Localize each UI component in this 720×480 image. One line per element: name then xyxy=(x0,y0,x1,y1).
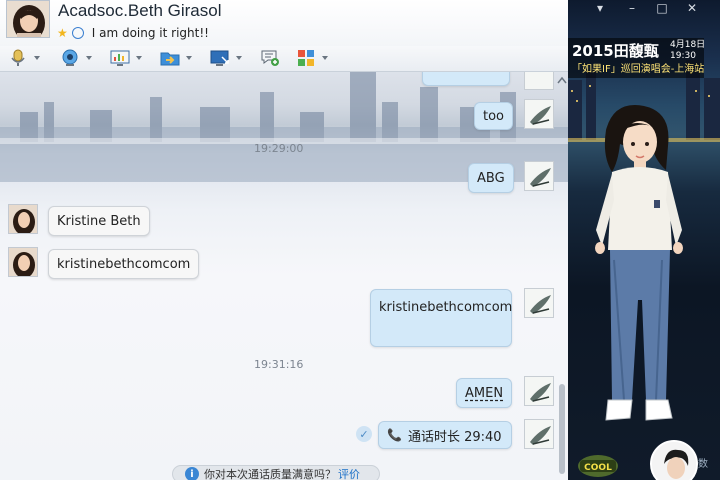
phone-icon: 📞 xyxy=(387,428,402,442)
skin-menu-icon[interactable]: ▾ xyxy=(592,0,608,16)
status-message: I am doing it right!! xyxy=(91,26,209,40)
close-button[interactable]: ✕ xyxy=(684,0,700,16)
monitor-chart-icon xyxy=(110,50,130,66)
avatar-character[interactable] xyxy=(584,100,694,450)
ad-subtitle: 「如果IF」巡回演唱会-上海站 xyxy=(572,64,705,75)
chevron-down-icon[interactable] xyxy=(86,56,92,60)
star-icon[interactable]: ★ xyxy=(57,26,68,40)
maximize-button[interactable]: □ xyxy=(654,0,670,16)
message-text: ABG xyxy=(477,170,505,186)
message-plus-icon xyxy=(261,50,279,66)
info-icon: i xyxy=(185,467,199,480)
my-avatar[interactable] xyxy=(524,161,554,191)
online-status-icon[interactable] xyxy=(71,27,84,39)
chat-toolbar xyxy=(0,46,568,72)
my-avatar[interactable] xyxy=(524,72,554,90)
message-bubble-outgoing[interactable]: too xyxy=(474,102,514,130)
message-text: kristinebethcomcom xyxy=(379,300,513,315)
webcam-icon xyxy=(62,49,78,66)
message-bubble-outgoing[interactable]: kristinebethcomcom xyxy=(370,289,512,347)
message-text: too xyxy=(483,108,505,124)
message-bubble-outgoing[interactable] xyxy=(422,72,510,86)
message-text: Kristine Beth xyxy=(57,213,141,229)
scrollbar-thumb[interactable] xyxy=(559,384,565,474)
message-bubble-incoming[interactable]: Kristine Beth xyxy=(48,206,150,236)
check-icon: ✓ xyxy=(356,426,372,442)
chevron-up-icon xyxy=(557,76,567,84)
send-file-button[interactable] xyxy=(160,46,192,70)
ad-date-day: 4月18日 xyxy=(670,40,706,50)
microphone-icon xyxy=(11,49,25,66)
my-avatar[interactable] xyxy=(524,419,554,449)
ad-date: 4月18日 19:30 xyxy=(670,40,705,62)
chevron-down-icon[interactable] xyxy=(34,56,40,60)
contact-avatar-small[interactable] xyxy=(8,247,38,277)
message-bubble-outgoing[interactable]: ABG xyxy=(468,163,514,193)
rate-call-link[interactable]: 评价 xyxy=(338,466,360,480)
send-sms-button[interactable] xyxy=(260,46,280,70)
apps-grid-icon xyxy=(298,50,314,66)
scroll-up-button[interactable] xyxy=(556,76,568,86)
remote-assist-button[interactable] xyxy=(110,46,142,70)
cool-badge-icon[interactable]: COOL xyxy=(576,450,620,478)
chevron-down-icon[interactable] xyxy=(186,56,192,60)
timestamp: 19:31:16 xyxy=(254,358,304,371)
chevron-down-icon[interactable] xyxy=(322,56,328,60)
my-avatar[interactable] xyxy=(524,376,554,406)
contact-avatar-small[interactable] xyxy=(8,204,38,234)
voice-call-button[interactable] xyxy=(8,46,40,70)
folder-arrow-icon xyxy=(160,52,180,66)
timestamp: 19:29:00 xyxy=(254,142,304,155)
message-text: kristinebethcomcom xyxy=(57,256,191,272)
my-avatar[interactable] xyxy=(524,288,554,318)
message-scrollbar[interactable] xyxy=(556,72,568,480)
video-call-button[interactable] xyxy=(60,46,92,70)
apps-button[interactable] xyxy=(296,46,328,70)
call-duration-text: 通话时长 29:40 xyxy=(407,429,502,445)
call-quality-survey: i 你对本次通话质量满意吗？ 评价 xyxy=(172,465,380,480)
survey-question: 你对本次通话质量满意吗？ xyxy=(204,468,336,480)
window-controls: ▾ – □ ✕ xyxy=(568,0,720,16)
side-tab-label[interactable]: 数 xyxy=(698,455,708,470)
message-bubble-outgoing[interactable]: AMEN xyxy=(456,378,513,408)
message-bubble-incoming[interactable]: kristinebethcomcom xyxy=(48,249,200,279)
contact-show-panel: ▾ – □ ✕ 2015田馥甄 4月18日 19:30 「如果IF」巡回演唱会-… xyxy=(568,0,720,480)
my-large-avatar[interactable] xyxy=(650,440,698,480)
ad-title: 2015田馥甄 xyxy=(572,42,659,60)
contact-name[interactable]: Acadsoc.Beth Girasol xyxy=(58,1,221,21)
screen-share-button[interactable] xyxy=(210,46,242,70)
chat-header: Acadsoc.Beth Girasol ★ I am doing it rig… xyxy=(0,0,568,46)
message-text: AMEN xyxy=(465,385,504,401)
chevron-down-icon[interactable] xyxy=(236,56,242,60)
badge-text: COOL xyxy=(584,463,612,473)
minimize-button[interactable]: – xyxy=(624,0,640,16)
my-avatar[interactable] xyxy=(524,99,554,129)
call-duration-bubble[interactable]: 📞 通话时长 29:40 xyxy=(378,421,512,449)
chevron-down-icon[interactable] xyxy=(136,56,142,60)
screen-arrow-icon xyxy=(210,50,229,66)
contact-avatar[interactable] xyxy=(6,0,50,38)
message-list[interactable]: too 19:29:00 ABG Kristine Beth kristineb… xyxy=(0,72,568,480)
status-row: ★ I am doing it right!! xyxy=(57,24,209,42)
